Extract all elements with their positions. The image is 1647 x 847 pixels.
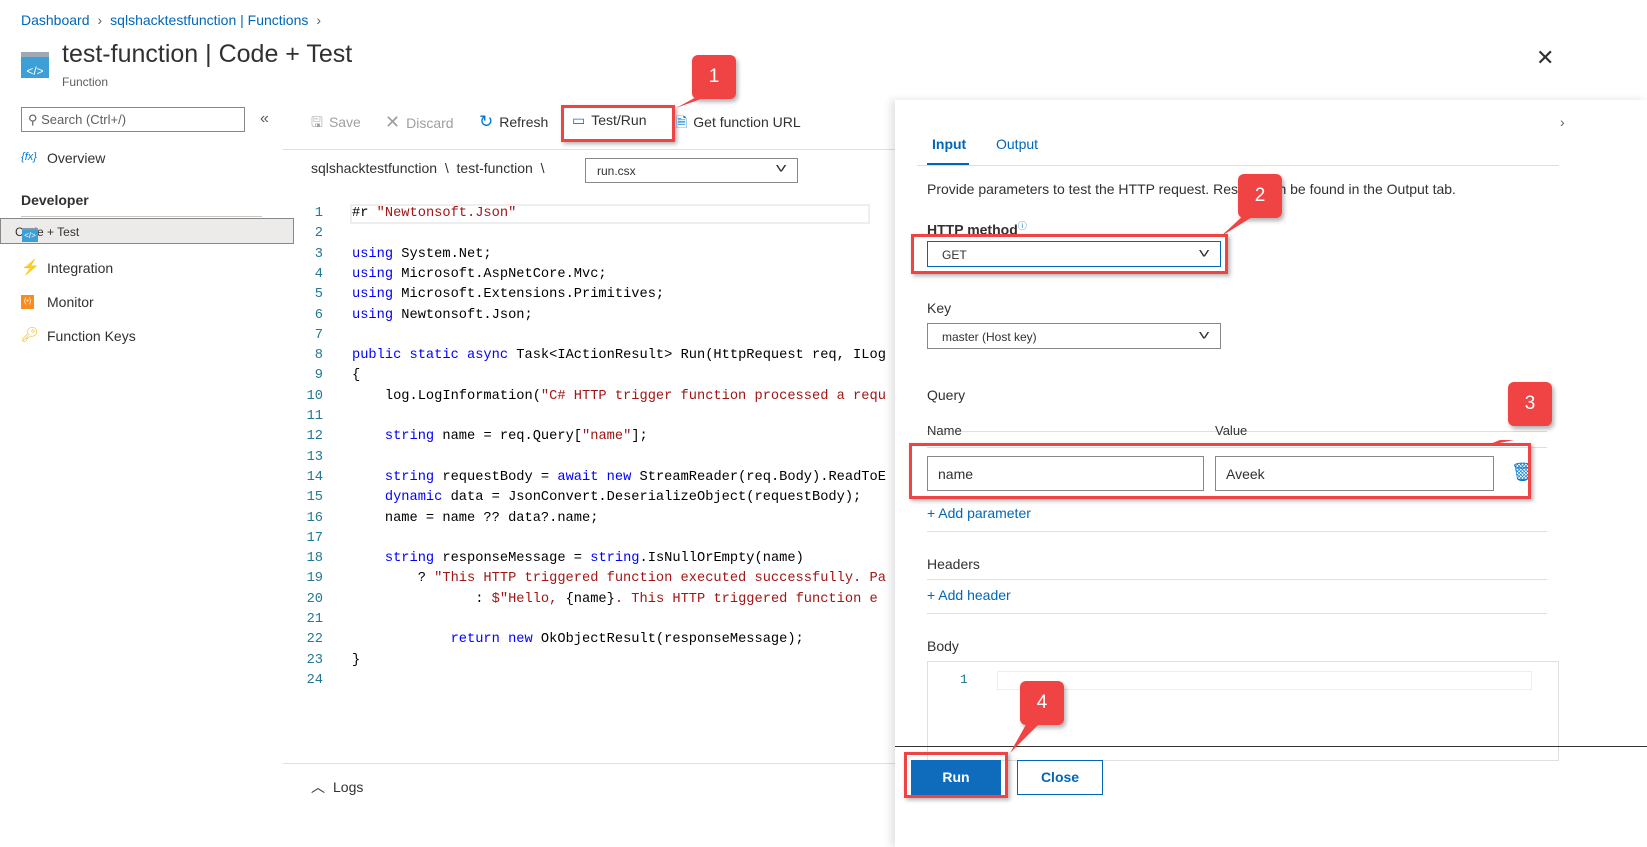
callout-pointer-3b <box>1485 440 1514 446</box>
callout-pointer-1 <box>676 95 712 108</box>
callout-pointer-4 <box>1010 721 1042 753</box>
callout-pointer-2 <box>1220 214 1257 237</box>
callout-pointers <box>676 95 1514 753</box>
